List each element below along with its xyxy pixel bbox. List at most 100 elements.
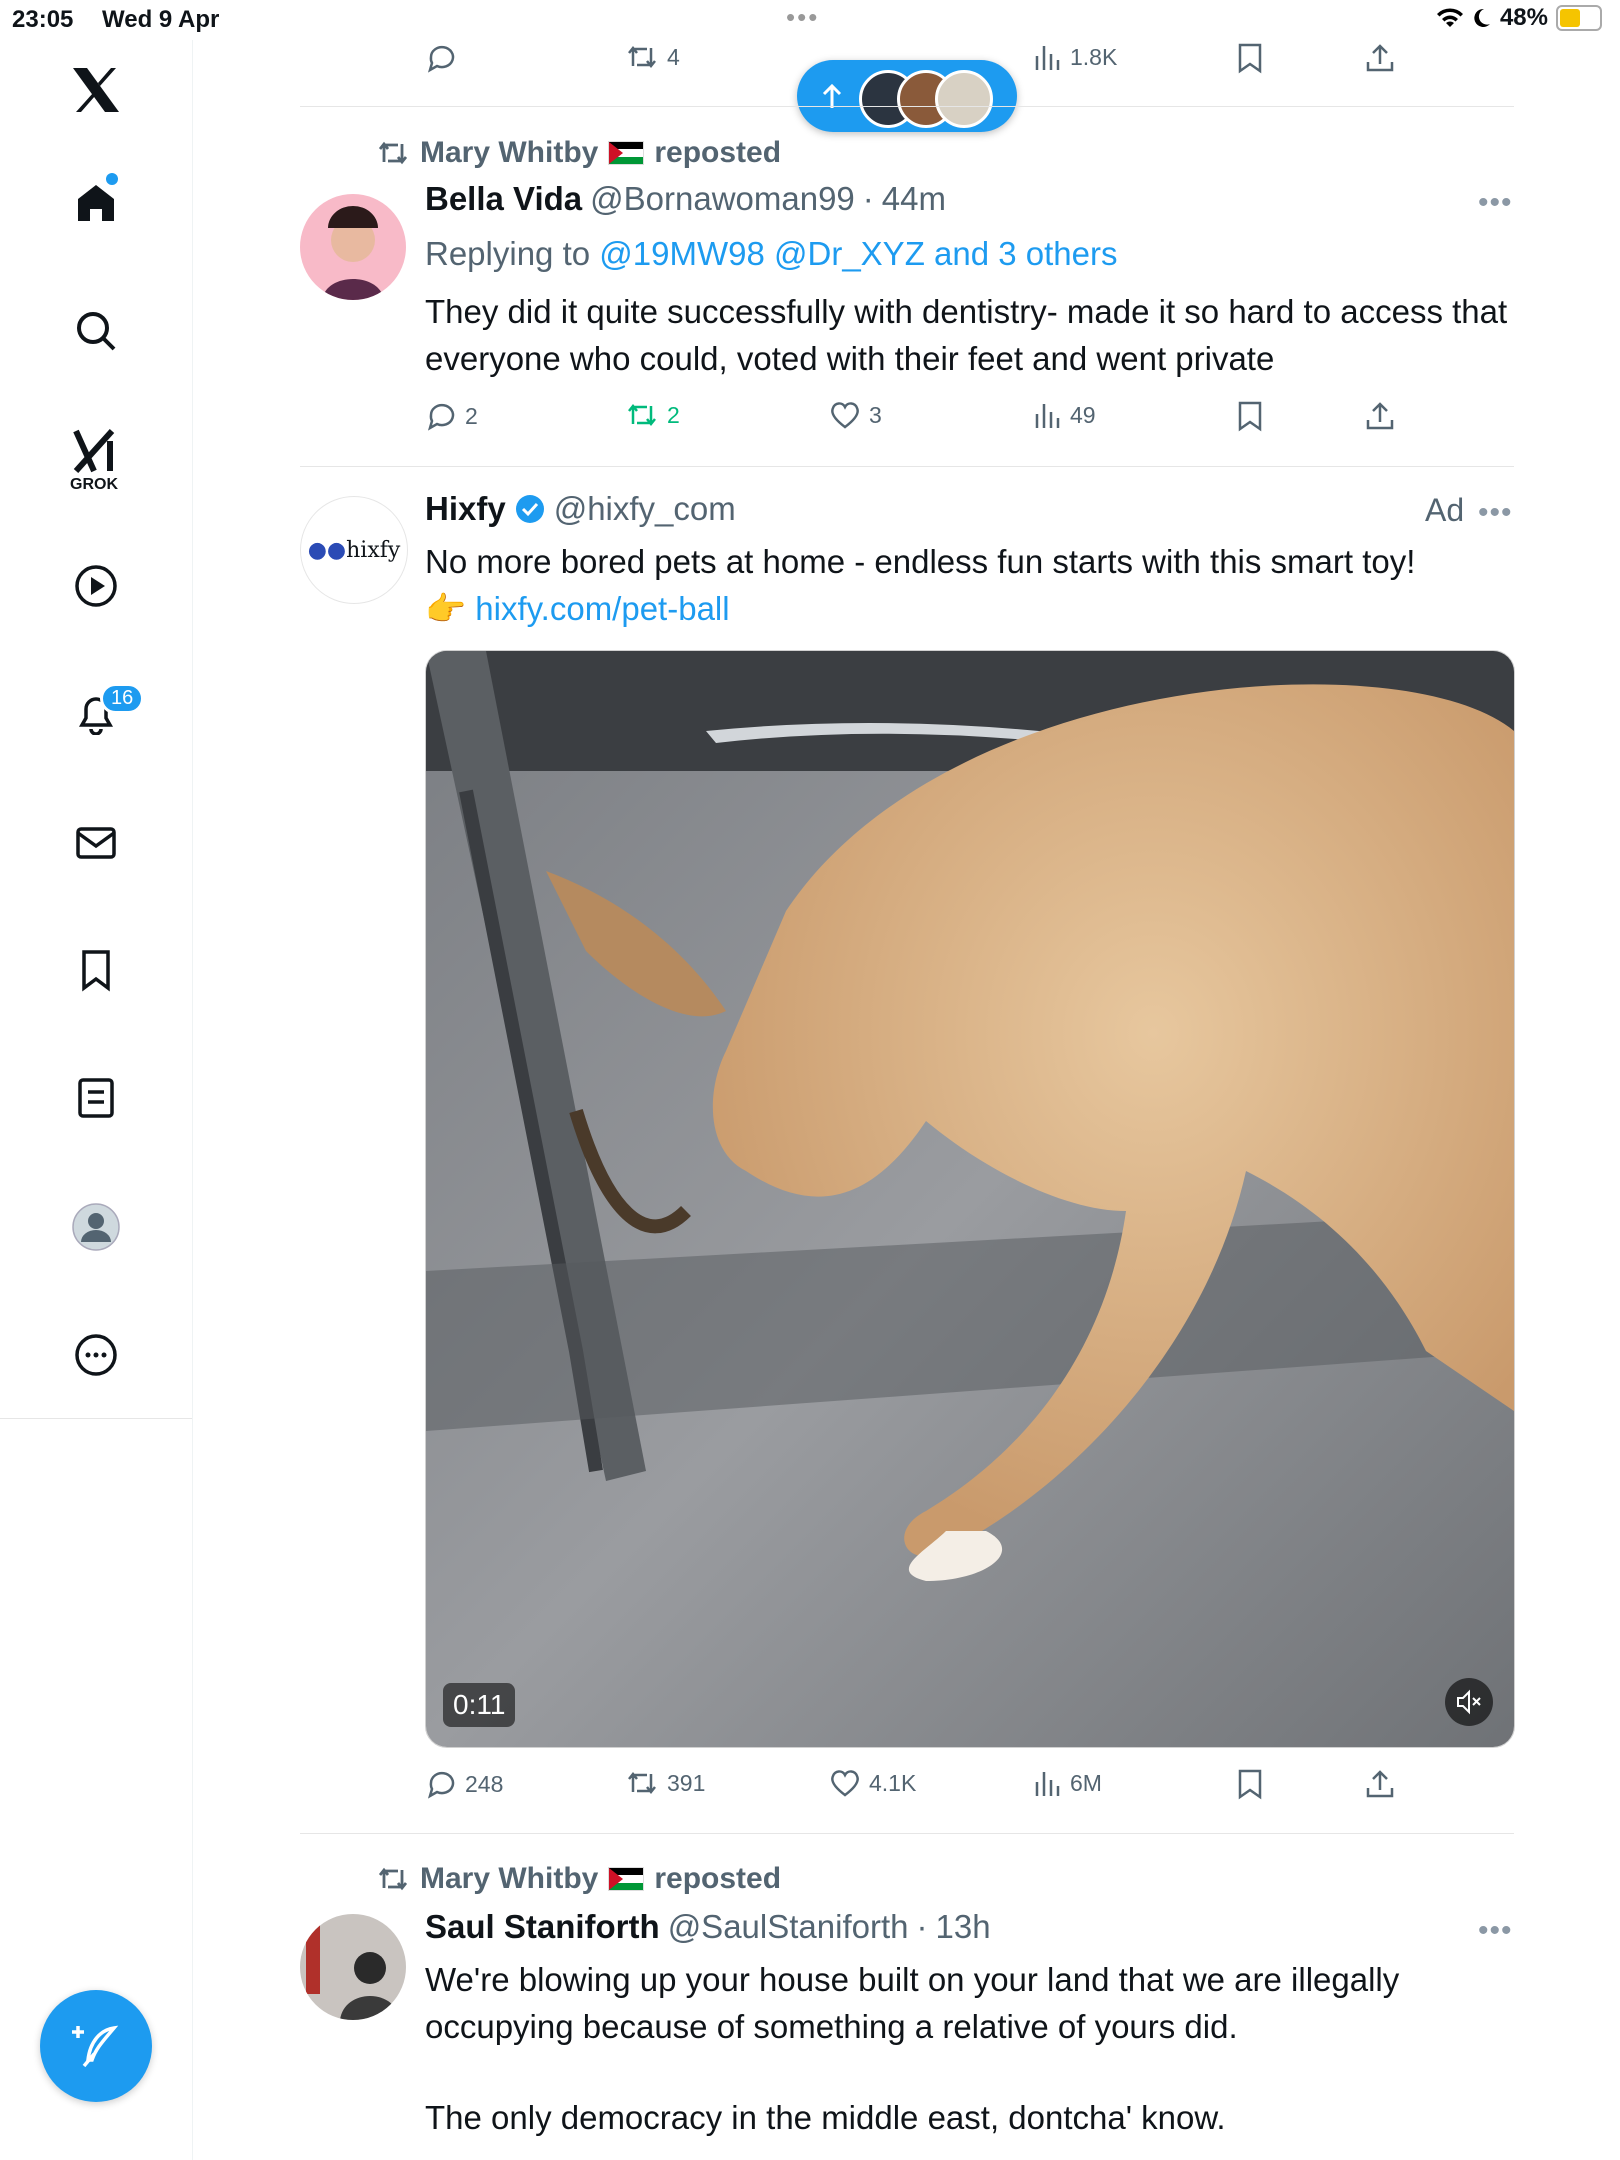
status-indicators: 48% (1436, 4, 1602, 32)
post-divider (300, 466, 1514, 467)
repost-indicator: Mary Whitby reposted (376, 136, 781, 170)
reply-count: 2 (465, 402, 478, 429)
status-date: Wed 9 Apr (102, 6, 220, 33)
views-count: 6M (1070, 1769, 1102, 1796)
share-button[interactable] (1364, 42, 1396, 74)
retweet-button[interactable]: 391 (625, 1768, 705, 1798)
author-handle[interactable]: @hixfy_com (554, 490, 736, 528)
author-name[interactable]: Bella Vida (425, 180, 582, 218)
more-options-button[interactable]: ••• (1478, 1914, 1513, 1948)
reply-icon (427, 403, 455, 431)
sidebar-item-messages[interactable] (56, 803, 136, 883)
avatar[interactable] (300, 1914, 406, 2020)
sidebar-item-bookmarks[interactable] (56, 930, 136, 1010)
avatar[interactable] (300, 194, 406, 300)
share-icon (1366, 1770, 1394, 1798)
post-link-row: 👉 hixfy.com/pet-ball (425, 585, 1515, 632)
author-name[interactable]: Hixfy (425, 490, 506, 528)
author-handle[interactable]: @Bornawoman99 (590, 180, 855, 218)
views-button[interactable]: 1.8K (1032, 42, 1117, 72)
retweet-count: 4 (667, 43, 680, 70)
search-icon (77, 312, 116, 351)
share-button[interactable] (1364, 400, 1396, 432)
speaker-muted-icon (1457, 1689, 1481, 1715)
post-divider (300, 1833, 1514, 1834)
bookmark-button[interactable] (1236, 42, 1264, 74)
more-options-button[interactable]: ••• (1478, 496, 1513, 530)
retweet-button[interactable]: 2 (625, 400, 680, 430)
retweet-count: 391 (667, 1769, 706, 1796)
more-options-button[interactable]: ••• (1478, 186, 1513, 220)
views-count: 1.8K (1070, 43, 1118, 70)
reposted-by[interactable]: Mary Whitby (420, 136, 598, 170)
reposted-by[interactable]: Mary Whitby (420, 1862, 598, 1896)
replying-to-users[interactable]: @19MW98 @Dr_XYZ and 3 others (599, 235, 1117, 272)
video-frame-dog (426, 651, 1514, 1747)
flag-icon (608, 141, 645, 165)
status-time: 23:05 (12, 6, 74, 33)
feather-plus-icon (72, 2025, 119, 2068)
bookmark-icon (82, 950, 110, 992)
sidebar-item-notifications[interactable]: 16 (56, 673, 145, 753)
views-icon (1035, 1772, 1060, 1796)
post-text: They did it quite successfully with dent… (425, 293, 1508, 377)
post-text-paragraph-2: The only democracy in the middle east, d… (425, 2099, 1226, 2136)
post-header: Bella Vida @Bornawoman99 · 44m (425, 180, 946, 218)
home-new-dot (106, 173, 118, 185)
reply-button[interactable] (425, 42, 457, 74)
post-text: No more bored pets at home - endless fun… (425, 543, 1416, 580)
sidebar-item-profile[interactable] (56, 1187, 136, 1267)
status-bar: 23:05 Wed 9 Apr ••• 48% (0, 0, 1620, 40)
video-player[interactable] (425, 650, 1515, 1748)
new-posts-pill[interactable] (797, 60, 1017, 132)
post-divider (300, 106, 1514, 107)
post-header: Saul Staniforth @SaulStaniforth · 13h (425, 1908, 991, 1946)
views-button[interactable]: 6M (1032, 1768, 1102, 1798)
retweet-icon (378, 141, 408, 165)
play-icon (75, 565, 117, 607)
views-button[interactable]: 49 (1032, 400, 1096, 430)
post-time[interactable]: 44m (882, 180, 946, 218)
mute-button[interactable] (1445, 1678, 1493, 1726)
mail-icon (76, 827, 116, 859)
wifi-icon (1436, 8, 1463, 27)
sidebar-item-home[interactable] (56, 163, 136, 243)
reply-button[interactable]: 2 (425, 400, 478, 432)
sidebar-item-lists[interactable] (56, 1058, 136, 1138)
repost-indicator: Mary Whitby reposted (376, 1862, 781, 1896)
hixfy-logo-text: hixfy (346, 537, 401, 563)
grok-label: GROK (70, 476, 118, 493)
sidebar-item-video[interactable] (56, 546, 136, 626)
like-count: 3 (869, 401, 882, 428)
like-button[interactable]: 4.1K (829, 1768, 916, 1798)
bookmark-button[interactable] (1236, 1768, 1264, 1800)
avatar[interactable]: ●●hixfy (300, 496, 408, 604)
separator: · (862, 180, 874, 217)
share-button[interactable] (1364, 1768, 1396, 1800)
compose-post-button[interactable] (40, 1990, 152, 2102)
author-name[interactable]: Saul Staniforth (425, 1908, 660, 1946)
avatar-image (300, 1914, 406, 2020)
multitasking-dots[interactable]: ••• (786, 2, 819, 33)
verified-badge-icon (515, 495, 544, 523)
post-text: We're blowing up your house built on you… (425, 1961, 1400, 2045)
reply-button[interactable]: 248 (425, 1768, 503, 1800)
retweet-icon (628, 403, 656, 427)
like-button[interactable]: 3 (829, 400, 882, 430)
retweet-icon (378, 1867, 408, 1891)
post-link[interactable]: hixfy.com/pet-ball (475, 590, 729, 627)
share-icon (1366, 402, 1394, 430)
hixfy-dots-icon: ●● (307, 537, 347, 563)
reposted-label: reposted (654, 1862, 782, 1895)
author-handle[interactable]: @SaulStaniforth (668, 1908, 909, 1946)
retweet-icon (628, 45, 656, 69)
sidebar-item-more[interactable] (56, 1315, 136, 1395)
sidebar-item-search[interactable] (56, 291, 136, 371)
post-time[interactable]: 13h (935, 1908, 990, 1946)
avatar-logo: ●●hixfy (308, 538, 401, 563)
x-logo[interactable] (56, 50, 136, 130)
profile-avatar-icon (72, 1203, 120, 1251)
retweet-button[interactable]: 4 (625, 42, 680, 72)
bookmark-button[interactable] (1236, 400, 1264, 432)
flag-icon (608, 1867, 645, 1891)
